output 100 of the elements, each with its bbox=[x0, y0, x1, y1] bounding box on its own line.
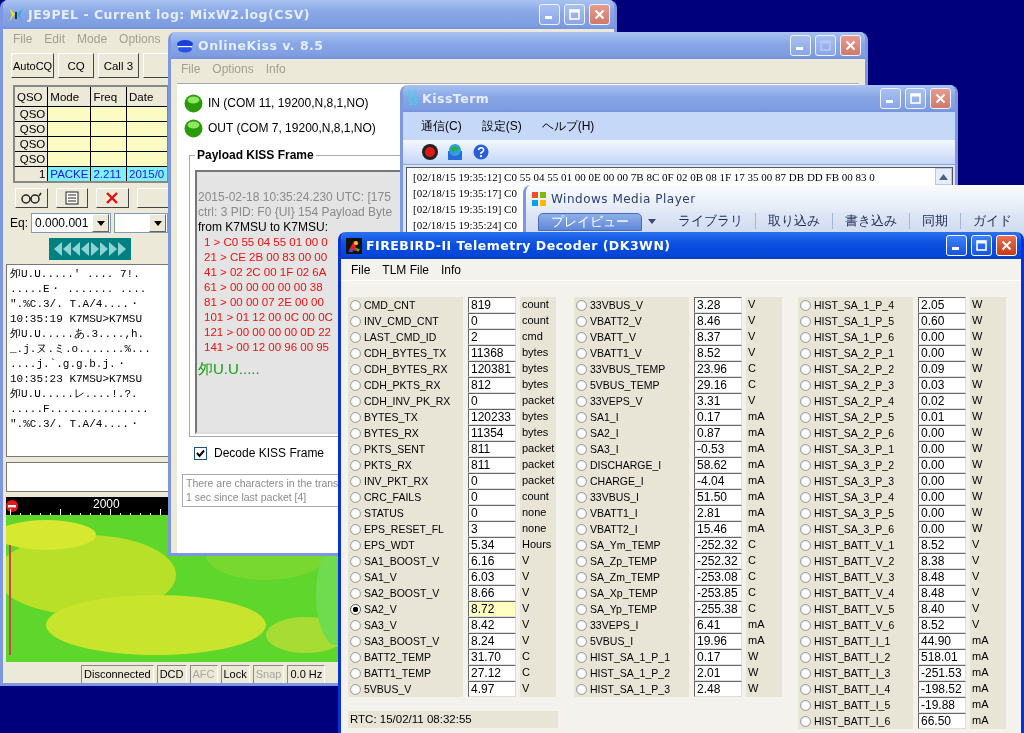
value-field[interactable]: 0.00 bbox=[918, 457, 966, 473]
value-field[interactable]: 11354 bbox=[468, 425, 516, 441]
menu-item[interactable]: File bbox=[345, 262, 377, 277]
value-field[interactable]: 8.48 bbox=[918, 569, 966, 585]
value-field[interactable]: 0 bbox=[468, 393, 516, 409]
value-field[interactable]: 6.03 bbox=[468, 569, 516, 585]
value-field[interactable]: 2.81 bbox=[694, 505, 742, 521]
value-field[interactable]: 811 bbox=[468, 457, 516, 473]
value-field[interactable]: 8.72 bbox=[468, 601, 516, 617]
value-field[interactable]: 0.00 bbox=[918, 441, 966, 457]
value-field[interactable]: 811 bbox=[468, 441, 516, 457]
menu-item[interactable]: TLM File bbox=[376, 262, 435, 277]
value-field[interactable]: -253.85 bbox=[694, 585, 742, 601]
column-header[interactable]: Date bbox=[126, 86, 168, 107]
value-field[interactable]: 518.01 bbox=[918, 649, 966, 665]
value-field[interactable]: 8.24 bbox=[468, 633, 516, 649]
value-field[interactable]: 0.00 bbox=[918, 425, 966, 441]
value-field[interactable]: 0.00 bbox=[918, 505, 966, 521]
value-field[interactable]: 8.52 bbox=[918, 537, 966, 553]
value-field[interactable]: 3 bbox=[468, 521, 516, 537]
value-field[interactable]: -253.08 bbox=[694, 569, 742, 585]
value-field[interactable]: 2.05 bbox=[918, 297, 966, 313]
column-header[interactable]: Mode bbox=[47, 86, 91, 107]
value-field[interactable]: 0.87 bbox=[694, 425, 742, 441]
value-field[interactable]: 120233 bbox=[468, 409, 516, 425]
field-label: SA1_V bbox=[364, 571, 397, 583]
value-field[interactable]: 8.38 bbox=[918, 553, 966, 569]
value-field[interactable]: 0.17 bbox=[694, 649, 742, 665]
unit-label: W bbox=[747, 665, 760, 680]
unit-label: W bbox=[971, 409, 984, 424]
value-field[interactable]: 29.16 bbox=[694, 377, 742, 393]
value-field[interactable]: -252.32 bbox=[694, 553, 742, 569]
window-title: FIREBIRD-II Telemetry Decoder (DK3WN) bbox=[366, 238, 672, 253]
value-field[interactable]: 0.00 bbox=[918, 521, 966, 537]
value-field[interactable]: 3.28 bbox=[694, 297, 742, 313]
field-label: HIST_SA_1_P_2 bbox=[590, 667, 670, 679]
value-field[interactable]: 51.50 bbox=[694, 489, 742, 505]
field-label: HIST_BATT_V_4 bbox=[814, 587, 895, 599]
value-field[interactable]: 44.90 bbox=[918, 633, 966, 649]
value-field[interactable]: -19.88 bbox=[918, 697, 966, 713]
value-field[interactable]: 0.02 bbox=[918, 393, 966, 409]
value-field[interactable]: 0.03 bbox=[918, 377, 966, 393]
value-field[interactable]: 58.62 bbox=[694, 457, 742, 473]
text-line: from K7MSU to K7MSU: bbox=[198, 220, 329, 235]
value-field[interactable]: 8.66 bbox=[468, 585, 516, 601]
value-field[interactable]: 23.96 bbox=[694, 361, 742, 377]
value-field[interactable]: -252.32 bbox=[694, 537, 742, 553]
value-field[interactable]: 0.60 bbox=[918, 313, 966, 329]
value-field[interactable]: 31.70 bbox=[468, 649, 516, 665]
value-field[interactable]: 0.00 bbox=[918, 345, 966, 361]
value-field[interactable]: -4.04 bbox=[694, 473, 742, 489]
value-field[interactable]: 0 bbox=[468, 505, 516, 521]
unit-label: mA bbox=[747, 505, 766, 520]
value-field[interactable]: 8.40 bbox=[918, 601, 966, 617]
value-field[interactable]: 8.52 bbox=[694, 345, 742, 361]
text-line: ctrl: 3 PID: F0 {UI} 154 Payload Byte bbox=[198, 205, 393, 220]
value-field[interactable]: -255.38 bbox=[694, 601, 742, 617]
column-header[interactable]: Freq bbox=[90, 86, 127, 107]
value-field[interactable]: 2.48 bbox=[694, 681, 742, 697]
value-field[interactable]: 0 bbox=[468, 313, 516, 329]
value-field[interactable]: -0.53 bbox=[694, 441, 742, 457]
value-field[interactable]: 19.96 bbox=[694, 633, 742, 649]
value-field[interactable]: 8.37 bbox=[694, 329, 742, 345]
value-field[interactable]: 6.41 bbox=[694, 617, 742, 633]
value-field[interactable]: 0.01 bbox=[918, 409, 966, 425]
menu-item[interactable]: Info bbox=[435, 262, 468, 277]
field-label: HIST_SA_3_P_6 bbox=[814, 523, 894, 535]
value-field[interactable]: 27.12 bbox=[468, 665, 516, 681]
value-field[interactable]: 15.46 bbox=[694, 521, 742, 537]
value-field[interactable]: 8.42 bbox=[468, 617, 516, 633]
field-label: SA2_V bbox=[364, 603, 397, 615]
value-field[interactable]: 0.00 bbox=[918, 329, 966, 345]
value-field[interactable]: 120381 bbox=[468, 361, 516, 377]
app-logo: KISS bbox=[408, 90, 418, 107]
value-field[interactable]: 0.00 bbox=[918, 489, 966, 505]
value-field[interactable]: 6.16 bbox=[468, 553, 516, 569]
value-field[interactable]: 819 bbox=[468, 297, 516, 313]
value-field[interactable]: 3.31 bbox=[694, 393, 742, 409]
value-field[interactable]: 5.34 bbox=[468, 537, 516, 553]
value-field[interactable]: 8.52 bbox=[918, 617, 966, 633]
port-label: OUT (COM 7, 19200,N,8,1,NO) bbox=[208, 121, 376, 135]
value-field[interactable]: -251.53 bbox=[918, 665, 966, 681]
value-field[interactable]: 2 bbox=[468, 329, 516, 345]
port-label: IN (COM 11, 19200,N,8,1,NO) bbox=[208, 96, 369, 110]
value-field[interactable]: 4.97 bbox=[468, 681, 516, 697]
value-field[interactable]: 0 bbox=[468, 473, 516, 489]
value-field[interactable]: 812 bbox=[468, 377, 516, 393]
value-field[interactable]: 8.48 bbox=[918, 585, 966, 601]
value-field[interactable]: 0.09 bbox=[918, 361, 966, 377]
value-field[interactable]: 0 bbox=[468, 489, 516, 505]
column-header[interactable]: QSO bbox=[14, 86, 48, 107]
value-field[interactable]: 11368 bbox=[468, 345, 516, 361]
value-field[interactable]: -198.52 bbox=[918, 681, 966, 697]
value-field[interactable]: 2.01 bbox=[694, 665, 742, 681]
value-field[interactable]: 8.46 bbox=[694, 313, 742, 329]
value-field[interactable]: 0.00 bbox=[918, 473, 966, 489]
field-label: HIST_BATT_I_5 bbox=[814, 699, 891, 711]
text-line: 10:35:23 K7MSU>K7MSU bbox=[10, 372, 144, 387]
value-field[interactable]: 0.17 bbox=[694, 409, 742, 425]
value-field[interactable]: 66.50 bbox=[918, 713, 966, 729]
